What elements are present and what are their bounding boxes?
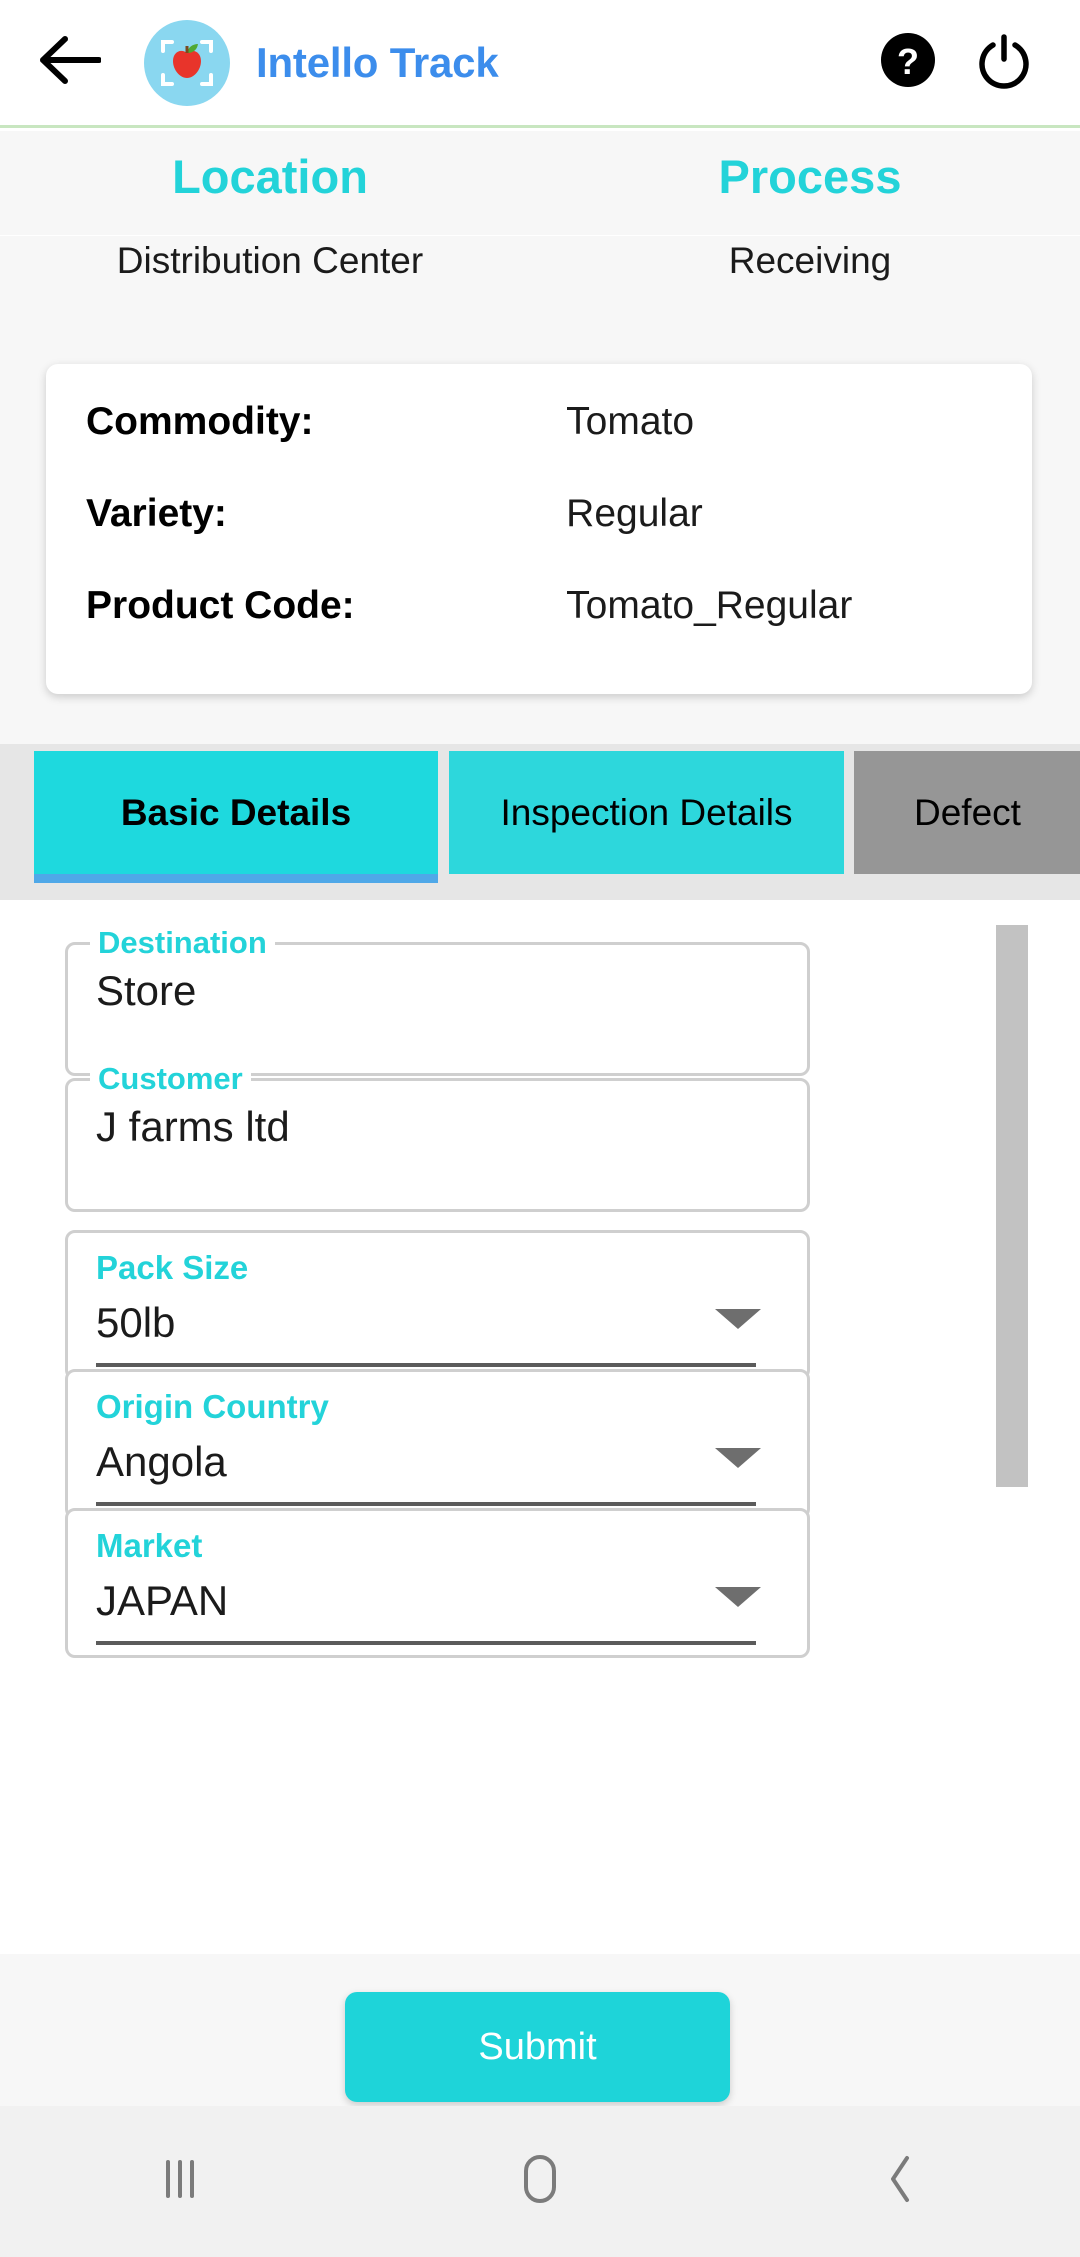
pack-size-label: Pack Size: [96, 1249, 249, 1286]
submit-region: Submit: [0, 1954, 1080, 2106]
app-bar: Intello Track ?: [0, 0, 1080, 128]
customer-label: Customer: [90, 1059, 251, 1099]
chevron-down-icon: [715, 1587, 761, 1607]
tab-inspection-details[interactable]: Inspection Details: [449, 751, 844, 874]
tabs-strip: Basic Details Inspection Details Defect: [34, 751, 1080, 883]
customer-value: J farms ltd: [96, 1103, 290, 1150]
submit-button[interactable]: Submit: [345, 1992, 730, 2102]
field-origin-country[interactable]: Origin Country Angola: [65, 1369, 810, 1519]
origin-country-value: Angola: [96, 1438, 227, 1485]
app-logo: [144, 19, 230, 106]
pack-size-underline: [96, 1363, 756, 1367]
product-card-region: Commodity: Tomato Variety: Regular Produ…: [0, 332, 1080, 744]
vertical-scrollbar[interactable]: [996, 925, 1028, 1487]
origin-country-dropdown[interactable]: Origin Country Angola: [65, 1369, 810, 1519]
nav-recents-button[interactable]: [0, 2154, 360, 2209]
process-value-block: Receiving: [540, 236, 1080, 332]
form-panel: Destination Store Customer J farms ltd P…: [10, 900, 1070, 1954]
commodity-label: Commodity:: [86, 400, 314, 443]
apple-scan-logo-icon: [156, 32, 218, 94]
system-navigation-bar: [0, 2106, 1080, 2257]
power-icon: [975, 31, 1033, 94]
location-value-block: Distribution Center: [0, 236, 540, 332]
tab-defect[interactable]: Defect: [854, 751, 1080, 874]
commodity-value: Tomato: [566, 400, 695, 443]
field-destination[interactable]: Destination Store: [65, 923, 810, 1076]
market-underline: [96, 1641, 756, 1645]
arrow-left-icon: [39, 34, 102, 91]
chevron-down-icon: [715, 1309, 761, 1329]
nav-home-button[interactable]: [360, 2152, 720, 2211]
destination-label: Destination: [90, 923, 275, 963]
destination-value: Store: [96, 967, 197, 1014]
info-row-product-code: Product Code: Tomato_Regular: [86, 584, 992, 676]
pack-size-value: 50lb: [96, 1299, 176, 1346]
product-code-label: Product Code:: [86, 584, 355, 627]
process-block: Process: [540, 131, 1080, 235]
home-icon: [515, 2152, 565, 2211]
customer-input[interactable]: Customer J farms ltd: [65, 1059, 810, 1212]
product-code-value: Tomato_Regular: [566, 584, 853, 627]
market-label: Market: [96, 1527, 203, 1564]
nav-back-button[interactable]: [720, 2152, 1080, 2211]
tab-basic-details[interactable]: Basic Details: [34, 751, 438, 883]
help-circle-icon: ?: [879, 31, 937, 94]
field-pack-size[interactable]: Pack Size 50lb: [65, 1230, 810, 1380]
variety-label: Variety:: [86, 492, 227, 535]
info-row-commodity: Commodity: Tomato: [86, 400, 992, 492]
app-title: Intello Track: [256, 38, 499, 86]
context-values: Distribution Center Receiving: [0, 236, 1080, 332]
location-value: Distribution Center: [116, 240, 424, 281]
field-customer[interactable]: Customer J farms ltd: [65, 1059, 810, 1212]
market-value: JAPAN: [96, 1577, 229, 1624]
context-header: Location Process: [0, 131, 1080, 235]
back-button[interactable]: [22, 15, 118, 111]
svg-text:?: ?: [897, 41, 919, 82]
origin-country-underline: [96, 1502, 756, 1506]
location-block: Location: [0, 131, 540, 235]
location-heading: Location: [172, 150, 368, 203]
recents-icon: [158, 2154, 202, 2209]
info-row-variety: Variety: Regular: [86, 492, 992, 584]
destination-input[interactable]: Destination Store: [65, 923, 810, 1076]
chevron-down-icon: [715, 1448, 761, 1468]
process-value: Receiving: [728, 240, 892, 281]
tab-bar: Basic Details Inspection Details Defect: [0, 744, 1080, 900]
field-market[interactable]: Market JAPAN: [65, 1508, 810, 1658]
help-button[interactable]: ?: [866, 21, 950, 105]
power-button[interactable]: [962, 21, 1046, 105]
back-chevron-icon: [880, 2152, 920, 2211]
pack-size-dropdown[interactable]: Pack Size 50lb: [65, 1230, 810, 1380]
variety-value: Regular: [566, 492, 703, 535]
market-dropdown[interactable]: Market JAPAN: [65, 1508, 810, 1658]
process-heading: Process: [718, 150, 902, 203]
product-info-card: Commodity: Tomato Variety: Regular Produ…: [46, 364, 1032, 694]
origin-country-label: Origin Country: [96, 1388, 329, 1425]
